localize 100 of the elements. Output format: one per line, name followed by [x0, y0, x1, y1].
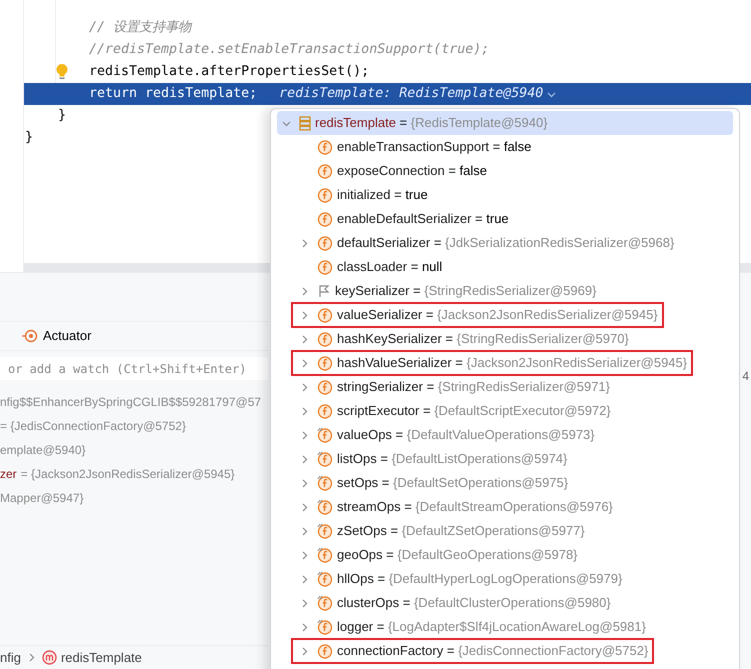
chevron-icon[interactable]	[300, 550, 308, 560]
field-entry[interactable]: valueOps = {DefaultValueOperations@5973}	[337, 425, 595, 445]
field-entry[interactable]: keySerializer = {StringRedisSerializer@5969}	[335, 281, 596, 301]
tree-row[interactable]: exposeConnection = false	[293, 160, 491, 182]
field-icon	[317, 403, 333, 419]
chevron-icon[interactable]	[300, 406, 308, 416]
tree-row[interactable]: classLoader = null	[293, 256, 446, 278]
tree-row[interactable]: zSetOps = {DefaultZSetOperations@5977}	[293, 520, 589, 542]
field-icon	[317, 211, 333, 227]
field-icon	[317, 259, 333, 275]
actuator-tab[interactable]: Actuator	[22, 326, 92, 346]
field-entry[interactable]: clusterOps = {DefaultClusterOperations@5980}	[337, 593, 611, 613]
object-icon	[299, 116, 311, 130]
chevron-icon[interactable]	[300, 454, 308, 464]
field-icon	[317, 379, 333, 395]
code-comment: // 设置支持事物	[89, 19, 192, 38]
field-entry[interactable]: enableTransactionSupport = false	[337, 137, 532, 157]
chevron-icon[interactable]	[300, 502, 308, 512]
tree-row[interactable]: hllOps = {DefaultHyperLogLogOperations@5979}	[293, 568, 626, 590]
tree-row-text: redisTemplate = {RedisTemplate@5940}	[315, 114, 548, 132]
chevron-icon[interactable]	[300, 382, 308, 392]
final-field-icon	[317, 619, 333, 635]
chevron-icon[interactable]	[282, 118, 290, 128]
chevron-icon[interactable]	[300, 478, 308, 488]
field-entry[interactable]: enableDefaultSerializer = true	[337, 209, 509, 229]
method-icon	[42, 650, 57, 665]
field-entry[interactable]: initialized = true	[337, 185, 428, 205]
code-line: redisTemplate.afterPropertiesSet();	[89, 63, 370, 82]
variable-value: = {Jackson2JsonRedisSerializer@5945}	[20, 466, 235, 483]
chevron-icon[interactable]	[300, 334, 308, 344]
chevron-icon[interactable]	[300, 310, 308, 320]
code-comment: //redisTemplate.setEnableTransactionSupport(true);	[89, 41, 490, 60]
field-entry[interactable]: setOps = {DefaultSetOperations@5975}	[337, 473, 568, 493]
inline-value-hint[interactable]: redisTemplate: RedisTemplate@5940	[279, 84, 544, 104]
field-entry[interactable]: hashKeySerializer = {StringRedisSerializer@5970}	[337, 329, 629, 349]
variable-name: zer	[0, 466, 17, 483]
variable-value: Mapper@5947}	[0, 490, 84, 507]
tree-row[interactable]: keySerializer = {StringRedisSerializer@5969}	[293, 280, 600, 302]
watch-field[interactable]: or add a watch (Ctrl+Shift+Enter)	[0, 357, 268, 380]
final-field-icon	[317, 571, 333, 587]
tree-row[interactable]: enableDefaultSerializer = true	[293, 208, 513, 230]
field-icon	[317, 307, 333, 323]
field-entry[interactable]: stringSerializer = {StringRedisSerializer@5971}	[337, 377, 610, 397]
field-entry[interactable]: hashValueSerializer = {Jackson2JsonRedisSerializer@5945}	[337, 353, 688, 373]
final-field-icon	[317, 451, 333, 467]
field-entry[interactable]: classLoader = null	[337, 257, 442, 277]
tree-row[interactable]: scriptExecutor = {DefaultScriptExecutor@5972}	[293, 400, 615, 422]
tree-row[interactable]: enableTransactionSupport = false	[293, 136, 536, 158]
field-entry[interactable]: valueSerializer = {Jackson2JsonRedisSerializer@5945}	[337, 305, 658, 325]
chevron-icon[interactable]	[300, 574, 308, 584]
field-entry[interactable]: exposeConnection = false	[337, 161, 487, 181]
field-entry[interactable]: scriptExecutor = {DefaultScriptExecutor@5972}	[337, 401, 611, 421]
variable-value: emplate@5940}	[0, 442, 86, 459]
variable-value: = {JedisConnectionFactory@5752}	[0, 418, 186, 435]
field-entry[interactable]: streamOps = {DefaultStreamOperations@5976}	[337, 497, 613, 517]
field-icon	[317, 235, 333, 251]
chevron-icon[interactable]	[300, 646, 308, 656]
actuator-icon	[22, 329, 38, 343]
chevron-icon[interactable]	[300, 358, 308, 368]
flag-icon	[317, 284, 331, 298]
tree-row[interactable]: redisTemplate = {RedisTemplate@5940}	[277, 111, 733, 135]
final-field-icon	[317, 547, 333, 563]
field-entry[interactable]: geoOps = {DefaultGeoOperations@5978}	[337, 545, 578, 565]
chevron-icon[interactable]	[300, 286, 308, 296]
final-field-icon	[317, 427, 333, 443]
tree-row[interactable]: hashKeySerializer = {StringRedisSerializer@5970}	[293, 328, 633, 350]
tree-row[interactable]: clusterOps = {DefaultClusterOperations@5980}	[293, 592, 615, 614]
chevron-icon[interactable]	[300, 430, 308, 440]
field-entry[interactable]: hllOps = {DefaultHyperLogLogOperations@5979}	[337, 569, 622, 589]
variable-value: nfig$$EnhancerBySpringCGLIB$$59281797@57	[0, 394, 262, 411]
tree-row[interactable]: initialized = true	[293, 184, 432, 206]
final-field-icon	[317, 499, 333, 515]
tree-row[interactable]: setOps = {DefaultSetOperations@5975}	[293, 472, 572, 494]
caret-icon[interactable]	[547, 90, 556, 98]
tree-row[interactable]: logger = {LogAdapter$Slf4jLocationAwareLog@5981}	[293, 616, 650, 638]
chevron-icon[interactable]	[300, 238, 308, 248]
field-entry[interactable]: defaultSerializer = {JdkSerializationRedisSerializer@5968}	[337, 233, 674, 253]
code-line: }	[25, 129, 34, 148]
field-entry[interactable]: zSetOps = {DefaultZSetOperations@5977}	[337, 521, 585, 541]
field-entry[interactable]: listOps = {DefaultListOperations@5974}	[337, 449, 568, 469]
lightbulb-icon[interactable]	[55, 63, 69, 81]
final-field-icon	[317, 475, 333, 491]
tree-row[interactable]: streamOps = {DefaultStreamOperations@5976}	[293, 496, 617, 518]
field-entry[interactable]: connectionFactory = {JedisConnectionFactory@5752}	[337, 641, 648, 661]
tree-row[interactable]: stringSerializer = {StringRedisSerializer@5971}	[293, 376, 614, 398]
panel-text: 4	[742, 368, 749, 385]
tree-row[interactable]: listOps = {DefaultListOperations@5974}	[293, 448, 572, 470]
code-line: }	[58, 107, 66, 126]
breadcrumb-item[interactable]: nfig	[0, 648, 21, 668]
tree-row[interactable]: defaultSerializer = {JdkSerializationRedisSerializer@5968}	[293, 232, 678, 254]
chevron-icon[interactable]	[300, 622, 308, 632]
chevron-icon[interactable]	[300, 526, 308, 536]
field-icon	[317, 643, 333, 659]
chevron-icon[interactable]	[300, 598, 308, 608]
tree-row[interactable]: valueOps = {DefaultValueOperations@5973}	[293, 424, 599, 446]
tree-row[interactable]: geoOps = {DefaultGeoOperations@5978}	[293, 544, 582, 566]
field-icon	[317, 163, 333, 179]
field-entry[interactable]: logger = {LogAdapter$Slf4jLocationAwareLog@5981}	[337, 617, 646, 637]
breadcrumb-item[interactable]: redisTemplate	[42, 648, 142, 668]
final-field-icon	[317, 595, 333, 611]
